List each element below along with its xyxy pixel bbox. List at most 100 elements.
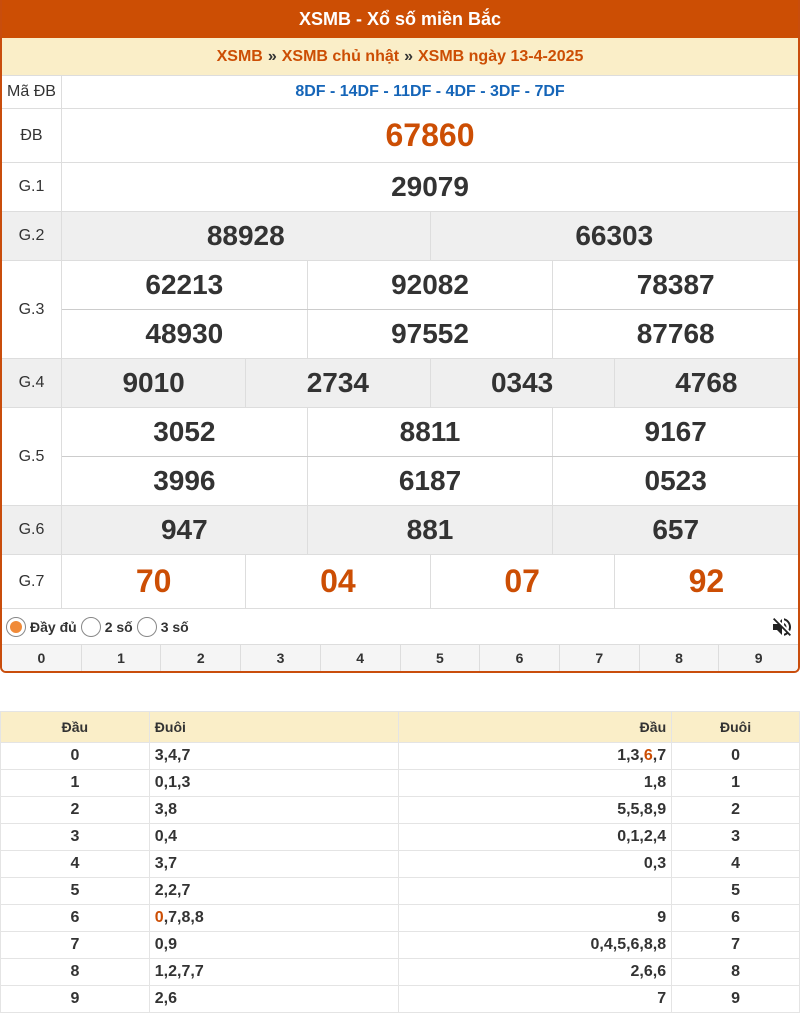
row-label: Mã ĐB	[2, 76, 62, 108]
tail-values: 3,8	[154, 801, 178, 818]
option-label: 3 số	[160, 618, 189, 635]
tail-values: 3,7	[154, 855, 178, 872]
prize-g3: 87768	[552, 310, 798, 358]
digit-filter-item[interactable]: 4	[319, 645, 400, 671]
head-list: 0,1,2,4	[398, 823, 673, 851]
digit-filter-item[interactable]: 6	[479, 645, 559, 671]
result-card: XSMB - Xổ số miền Bắc XSMB » XSMB chủ nh…	[0, 0, 800, 673]
head-values: ,7	[652, 747, 667, 764]
table-row: 3 0,4 0,1,2,4 3	[0, 823, 800, 851]
tail-digit: 3	[671, 823, 800, 851]
breadcrumb-separator: »	[267, 47, 277, 65]
prize-g3: 92082	[306, 261, 553, 309]
prize-g5: 9167	[552, 408, 798, 456]
head-digit: 9	[0, 985, 150, 1013]
tail-list: 1,2,7,7	[148, 958, 400, 986]
breadcrumb: XSMB » XSMB chủ nhật » XSMB ngày 13-4-20…	[2, 38, 798, 76]
column-header-head: Đầu	[0, 711, 150, 743]
option-full[interactable]: Đầy đủ	[6, 616, 77, 637]
prize-g5: 8811	[306, 408, 553, 456]
head-digit: 1	[0, 769, 150, 797]
head-values: 5,5,8,9	[617, 801, 667, 818]
head-list: 2,6,6	[398, 958, 673, 986]
tail-values: 2,2,7	[154, 882, 191, 899]
row-g4: G.4 9010 2734 0343 4768	[2, 359, 798, 408]
tail-values: ,7,8,8	[163, 909, 204, 926]
prize-g5: 6187	[306, 457, 553, 505]
digit-filter-item[interactable]: 8	[638, 645, 719, 671]
head-list: 1,8	[398, 769, 673, 797]
row-label: G.7	[2, 555, 62, 608]
tail-digit: 9	[671, 985, 800, 1013]
prize-g1: 29079	[391, 171, 469, 202]
column-header-tail: Đuôi	[671, 711, 800, 743]
tail-list: 2,6	[148, 985, 400, 1013]
table-row: 2 3,8 5,5,8,9 2	[0, 796, 800, 824]
table-row: 0 3,4,7 1,3,6,7 0	[0, 742, 800, 770]
breadcrumb-xsmb[interactable]: XSMB	[217, 48, 263, 66]
row-label: G.5	[2, 408, 62, 505]
prize-g3: 97552	[306, 310, 553, 358]
digit-filter-item[interactable]: 9	[718, 645, 798, 671]
tail-list: 3,8	[148, 796, 400, 824]
tail-list: 0,1,3	[148, 769, 400, 797]
tail-list: 0,4	[148, 823, 400, 851]
row-g3: G.3 62213 92082 78387 48930 97552 87768	[2, 261, 798, 359]
digit-filter-item[interactable]: 1	[80, 645, 161, 671]
head-list: 0,4,5,6,8,8	[398, 931, 673, 959]
tail-digit: 0	[671, 742, 800, 770]
head-values: 9	[657, 909, 667, 926]
head-digit: 6	[0, 904, 150, 932]
digit-filter-item[interactable]: 3	[240, 645, 320, 671]
row-label: G.1	[2, 163, 62, 211]
tail-values: 3,4,7	[154, 747, 191, 764]
digit-filter-item[interactable]: 0	[2, 645, 81, 671]
option-3-digits[interactable]: 3 số	[136, 616, 189, 637]
digit-filter-item[interactable]: 2	[160, 645, 240, 671]
volume-off-icon[interactable]	[770, 615, 794, 639]
head-digit: 3	[0, 823, 150, 851]
head-values: 1,3,	[617, 747, 644, 764]
prize-g4: 4768	[613, 359, 798, 407]
breadcrumb-xsmb-date[interactable]: XSMB ngày 13-4-2025	[418, 48, 583, 66]
table-row: 8 1,2,7,7 2,6,6 8	[0, 958, 800, 986]
head-list: 9	[398, 904, 673, 932]
row-special-code: Mã ĐB 8DF - 14DF - 11DF - 4DF - 3DF - 7D…	[2, 76, 798, 109]
head-values: 7	[657, 990, 667, 1007]
digit-filter-item[interactable]: 7	[558, 645, 639, 671]
head-values: 2,6,6	[630, 963, 667, 980]
option-2-digits[interactable]: 2 số	[80, 616, 133, 637]
head-list: 0,3	[398, 850, 673, 878]
head-list: 1,3,6,7	[398, 742, 673, 770]
tail-values: 0,4	[154, 828, 178, 845]
breadcrumb-xsmb-sunday[interactable]: XSMB chủ nhật	[282, 48, 399, 66]
prize-g3: 62213	[145, 269, 224, 300]
head-digit: 5	[0, 877, 150, 905]
head-list: 5,5,8,9	[398, 796, 673, 824]
head-values: 0,1,2,4	[617, 828, 667, 845]
table-row: 6 0,7,8,8 9 6	[0, 904, 800, 932]
tail-list: 2,2,7	[148, 877, 400, 905]
prize-g3: 48930	[145, 318, 224, 349]
head-digit: 2	[0, 796, 150, 824]
tail-values: 0,1,3	[154, 774, 191, 791]
prize-g7: 92	[613, 555, 798, 608]
prize-g6: 657	[552, 506, 798, 554]
row-g6: G.6 947 881 657	[2, 506, 798, 555]
tail-list: 3,4,7	[148, 742, 400, 770]
digit-filter-item[interactable]: 5	[399, 645, 480, 671]
radio-3-digits[interactable]	[136, 616, 157, 637]
tail-hot: 0	[154, 909, 164, 926]
digit-filter: 0 1 2 3 4 5 6 7 8 9	[2, 645, 798, 671]
tail-list: 0,7,8,8	[148, 904, 400, 932]
head-digit: 0	[0, 742, 150, 770]
table-row: 9 2,6 7 9	[0, 985, 800, 1013]
head-digit: 8	[0, 958, 150, 986]
head-values: 1,8	[643, 774, 667, 791]
prize-g6: 881	[306, 506, 553, 554]
radio-2-digits[interactable]	[80, 616, 101, 637]
head-list: 7	[398, 985, 673, 1013]
head-tail-table: Đầu Đuôi Đầu Đuôi 0 3,4,7 1,3,6,7 0 1 0,1,3 1,…	[0, 711, 800, 1013]
display-options: Đầy đủ 2 số 3 số	[2, 609, 798, 645]
radio-full[interactable]	[6, 616, 26, 637]
